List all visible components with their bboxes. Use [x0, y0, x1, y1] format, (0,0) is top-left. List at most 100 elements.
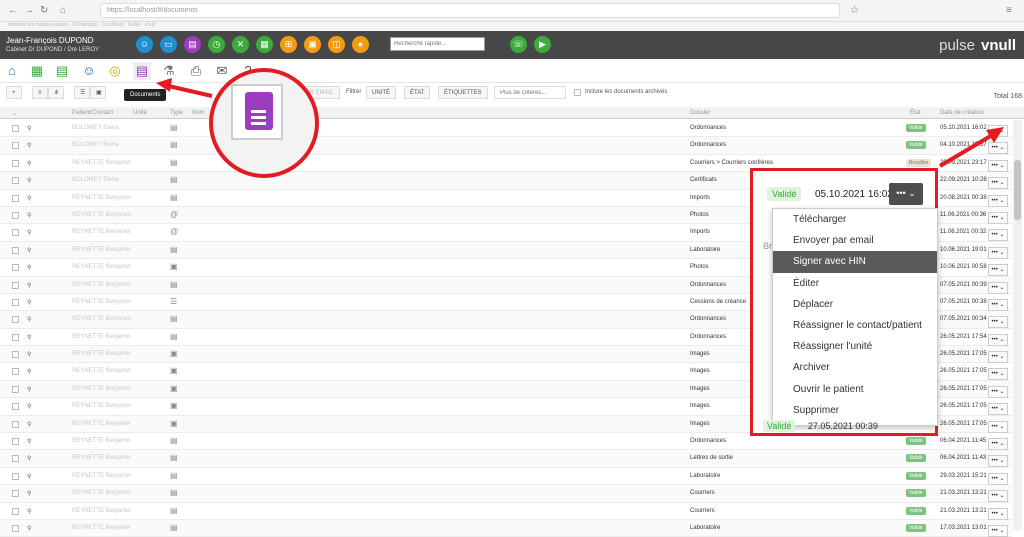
row-checkbox[interactable]: [12, 211, 19, 219]
clipboard-icon[interactable]: ▦: [256, 36, 273, 53]
table-row[interactable]: ⚲ REYNETTE Benjamin ▤ Courriers Validé 21.03.…: [0, 503, 1012, 520]
card-icon[interactable]: ▭: [160, 36, 177, 53]
row-patient[interactable]: REYNETTE Benjamin: [72, 351, 131, 357]
mail-module-icon[interactable]: ✉: [213, 62, 231, 80]
row-patient[interactable]: REYNETTE Benjamin: [72, 508, 131, 514]
row-patient[interactable]: REYNETTE Benjamin: [72, 195, 131, 201]
view-icon[interactable]: ⚲: [27, 229, 31, 236]
row-checkbox[interactable]: [12, 333, 19, 341]
row-actions-button[interactable]: ••• ⌄: [988, 438, 1008, 451]
row-checkbox[interactable]: [12, 177, 19, 185]
row-patient[interactable]: REYNETTE Benjamin: [72, 282, 131, 288]
row-actions-button[interactable]: ••• ⌄: [988, 177, 1008, 190]
menu-item[interactable]: Ouvrir le patient: [773, 379, 937, 400]
row-patient[interactable]: BOLOMEY Elena: [72, 177, 119, 183]
row-patient[interactable]: REYNETTE Benjamin: [72, 334, 131, 340]
row-actions-button[interactable]: ••• ⌄: [988, 455, 1008, 468]
home-icon[interactable]: ⌂: [60, 5, 66, 16]
col-unit[interactable]: Unité: [133, 110, 147, 116]
table-row[interactable]: ⚲ REYNETTE Benjamin ▤ Lettres de sortie Vali…: [0, 450, 1012, 468]
row-patient[interactable]: BOLOMEY Elena: [72, 125, 119, 131]
col-state[interactable]: État: [910, 110, 921, 116]
view-icon[interactable]: ⚲: [27, 177, 31, 184]
row-patient[interactable]: REYNETTE Benjamin: [72, 264, 131, 270]
menu-item[interactable]: Supprimer: [773, 400, 937, 421]
tree-view-icon[interactable]: ⋔: [48, 86, 64, 99]
cart-icon[interactable]: ⊞: [280, 36, 297, 53]
row-actions-button[interactable]: ••• ⌄: [988, 281, 1008, 294]
row-patient[interactable]: REYNETTE Benjamin: [72, 160, 131, 166]
patient-icon[interactable]: ☺: [136, 36, 153, 53]
row-patient[interactable]: REYNETTE Benjamin: [72, 229, 131, 235]
piggy-icon[interactable]: ●: [352, 36, 369, 53]
view-icon[interactable]: ⚲: [27, 247, 31, 254]
row-checkbox[interactable]: [12, 264, 19, 272]
row-patient[interactable]: REYNETTE Benjamin: [72, 525, 131, 531]
row-actions-button[interactable]: ••• ⌄: [988, 351, 1008, 364]
unit-filter[interactable]: UNITÉ: [366, 86, 396, 99]
bag-icon[interactable]: ◫: [328, 36, 345, 53]
view-icon[interactable]: ⚲: [27, 195, 31, 202]
url-bar[interactable]: https://localhost/#/documents: [100, 3, 840, 18]
view-icon[interactable]: ⚲: [27, 125, 31, 132]
row-checkbox[interactable]: [12, 281, 19, 289]
col-type[interactable]: Type: [170, 110, 183, 116]
forward-icon[interactable]: →: [24, 5, 34, 16]
row-actions-button[interactable]: ••• ⌄: [988, 264, 1008, 277]
table-row[interactable]: ⚲ BOLOMEY Elena ▤ Ordonnances Validé 04.10.20…: [0, 137, 1012, 155]
menu-item[interactable]: Archiver: [773, 357, 937, 378]
view-icon[interactable]: ⚲: [27, 212, 31, 219]
view-icon[interactable]: ⚲: [27, 264, 31, 271]
table-view-icon[interactable]: ☰: [74, 86, 90, 99]
clipboard-module-icon[interactable]: ▤: [53, 62, 71, 80]
scroll-thumb[interactable]: [1014, 160, 1021, 220]
view-icon[interactable]: ⚲: [27, 386, 31, 393]
menu-item[interactable]: Signer avec HIN: [773, 251, 937, 273]
row-actions-button[interactable]: ••• ⌄: [988, 403, 1008, 416]
document-icon[interactable]: ▤: [184, 36, 201, 53]
row-checkbox[interactable]: [12, 125, 19, 132]
agenda-module-icon[interactable]: ▦: [28, 62, 46, 80]
row-checkbox[interactable]: [12, 438, 19, 446]
view-icon[interactable]: ⚲: [27, 525, 31, 532]
row-actions-button[interactable]: ••• ⌄: [988, 333, 1008, 346]
archived-checkbox[interactable]: [574, 89, 581, 96]
row-actions-button[interactable]: ••• ⌄: [988, 524, 1008, 537]
row-patient[interactable]: REYNETTE Benjamin: [72, 386, 131, 392]
row-actions-button[interactable]: ••• ⌄: [988, 316, 1008, 329]
row-checkbox[interactable]: [12, 385, 19, 393]
row-checkbox[interactable]: [12, 472, 19, 480]
print-module-icon[interactable]: ⎙: [187, 62, 205, 80]
actions-button[interactable]: ••• ⌄: [889, 183, 923, 205]
row-checkbox[interactable]: [12, 142, 19, 150]
view-icon[interactable]: ⚲: [27, 421, 31, 428]
table-row[interactable]: ⚲ REYNETTE Benjamin ▤ Laboratoire Validé 17.0…: [0, 519, 1012, 537]
row-actions-button[interactable]: ••• ⌄: [988, 142, 1008, 155]
menu-item[interactable]: Réassigner le contact/patient: [773, 315, 937, 336]
menu-icon[interactable]: ≡: [1006, 5, 1012, 16]
more-criteria-input[interactable]: [494, 86, 566, 99]
reload-icon[interactable]: ↻: [40, 5, 48, 16]
row-checkbox[interactable]: [12, 368, 19, 376]
grid-view-icon[interactable]: ▣: [90, 86, 106, 99]
row-patient[interactable]: REYNETTE Benjamin: [72, 368, 131, 374]
quick-search-input[interactable]: [390, 37, 485, 51]
back-icon[interactable]: ←: [8, 5, 18, 16]
menu-item[interactable]: Réassigner l'unité: [773, 336, 937, 357]
table-row[interactable]: ⚲ REYNETTE Benjamin ▤ Courriers Validé 21.03.…: [0, 485, 1012, 503]
menu-item[interactable]: Déplacer: [773, 294, 937, 315]
view-icon[interactable]: ⚲: [27, 473, 31, 480]
row-actions-button[interactable]: ••• ⌄: [988, 385, 1008, 398]
documents-module-icon[interactable]: ▤: [133, 62, 151, 80]
row-patient[interactable]: REYNETTE Benjamin: [72, 490, 131, 496]
phone-icon[interactable]: ☏: [510, 36, 527, 53]
view-icon[interactable]: ⚲: [27, 368, 31, 375]
row-actions-button[interactable]: ••• ⌄: [988, 368, 1008, 381]
row-checkbox[interactable]: [12, 455, 19, 463]
row-patient[interactable]: BOLOMEY Elena: [72, 142, 119, 148]
col-date[interactable]: Date de création: [940, 110, 984, 116]
add-button[interactable]: +: [6, 86, 22, 99]
view-icon[interactable]: ⚲: [27, 299, 31, 306]
row-patient[interactable]: REYNETTE Benjamin: [72, 473, 131, 479]
view-icon[interactable]: ⚲: [27, 334, 31, 341]
